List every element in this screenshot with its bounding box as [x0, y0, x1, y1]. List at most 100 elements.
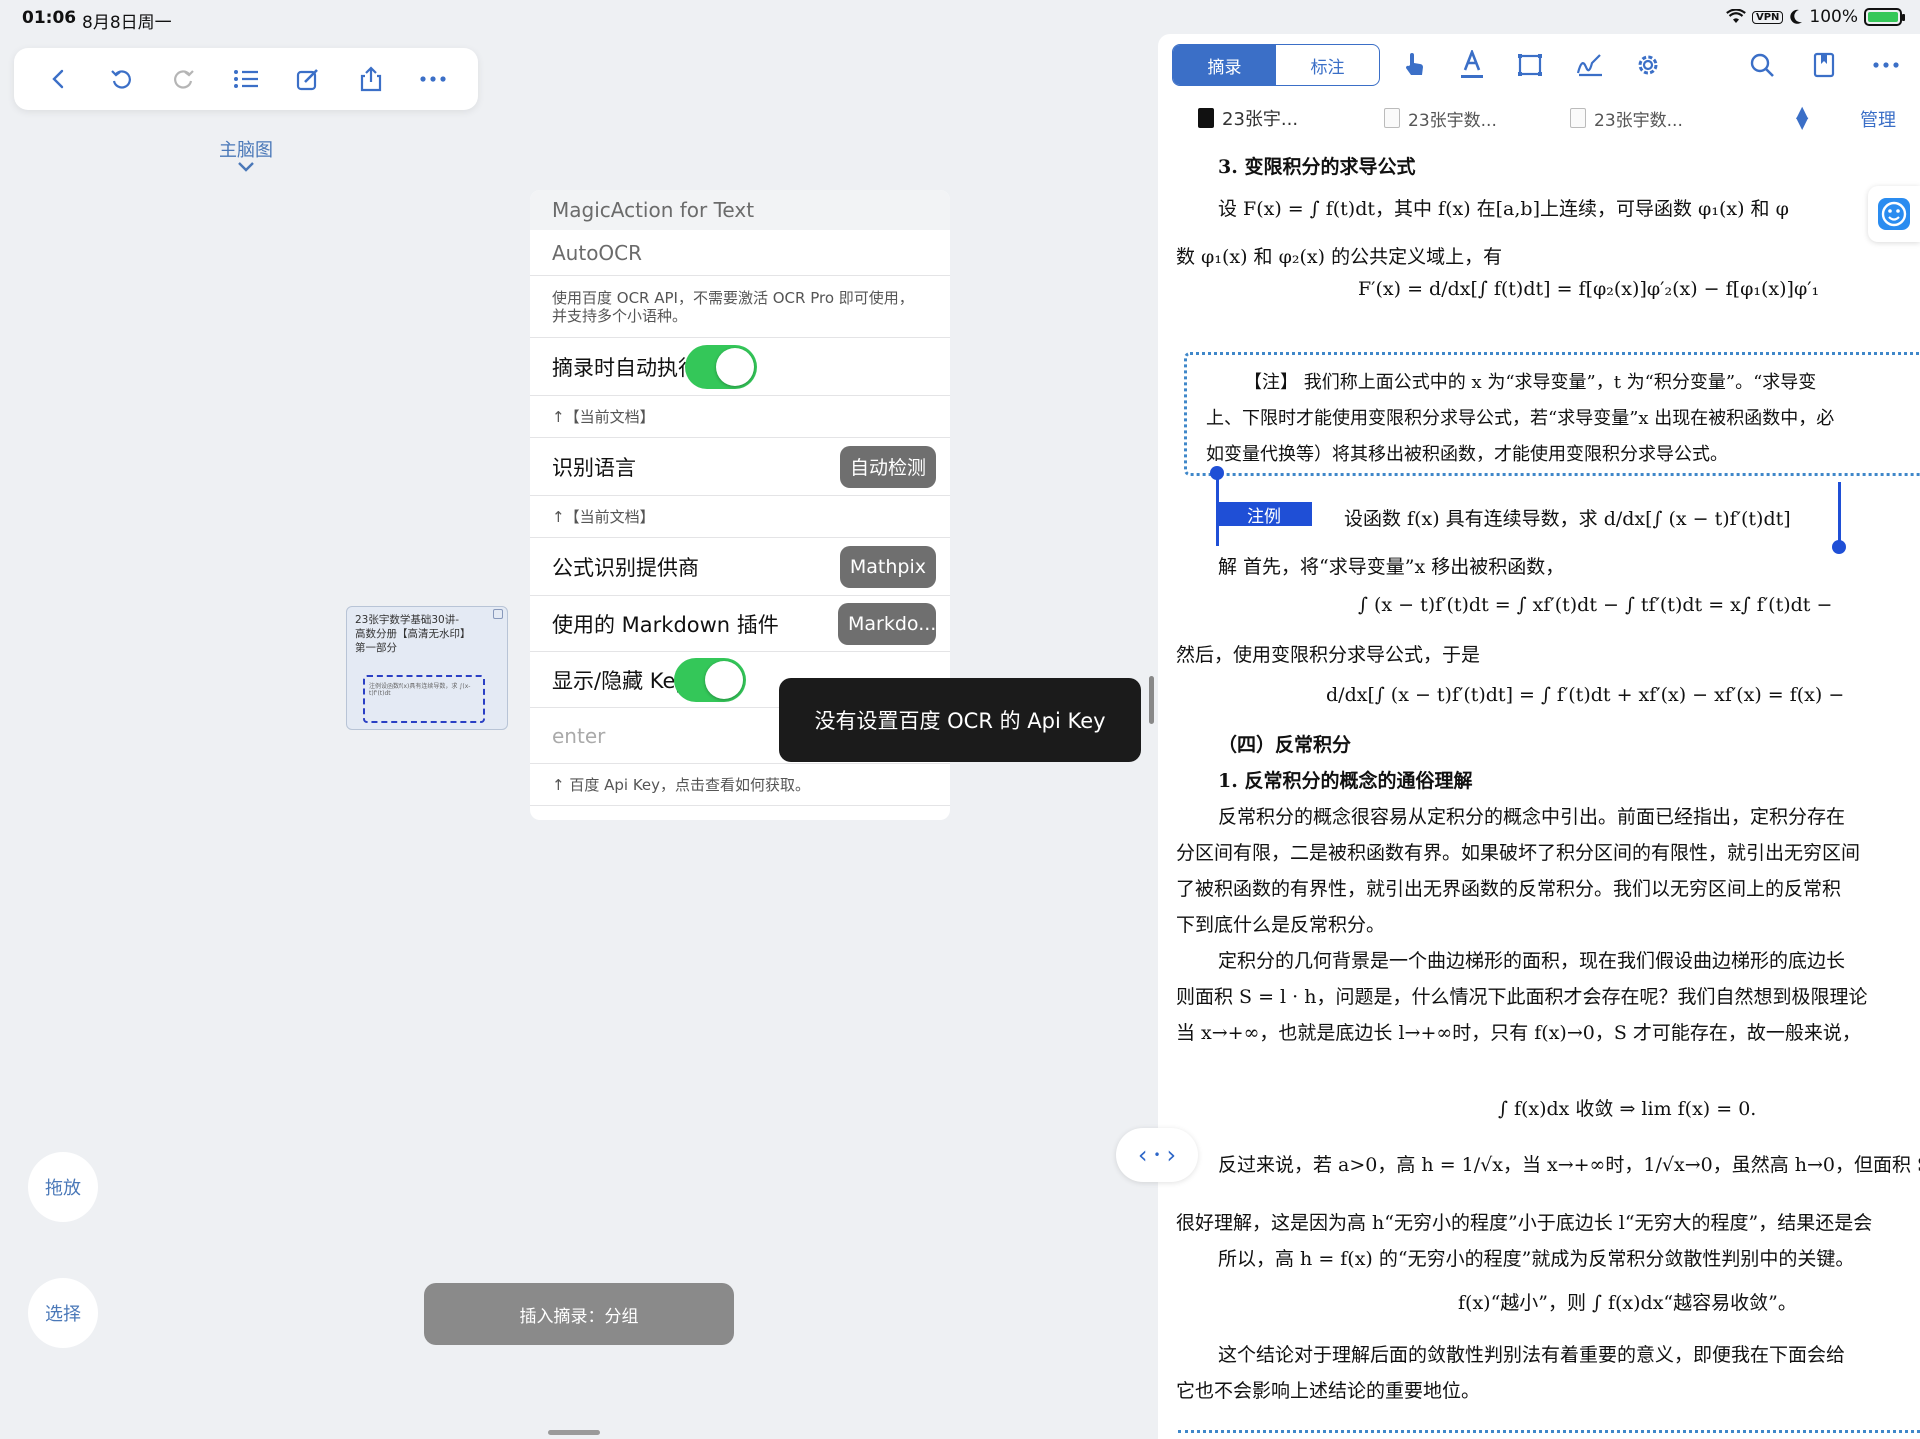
- mindmap-title[interactable]: 主脑图: [204, 136, 288, 162]
- doc-tab[interactable]: 23张宇数...: [1570, 98, 1683, 138]
- language-note-row: ↑【当前文档】: [530, 496, 950, 538]
- toast-message: 没有设置百度 OCR 的 Api Key: [779, 678, 1141, 762]
- section-description: 使用百度 OCR API，不需要激活 OCR Pro 即可使用，并支持多个小语种…: [552, 288, 914, 325]
- segment-annotate[interactable]: 标注: [1276, 45, 1379, 85]
- api-key-input[interactable]: enter: [552, 724, 605, 748]
- auto-run-row: 摘录时自动执行: [530, 338, 950, 396]
- api-key-note-row[interactable]: ↑ 百度 Api Key，点击查看如何获取。: [530, 764, 950, 806]
- doc-line: 很好理解，这是因为高 h“无穷小的程度”小于底边长 l“无穷大的程度”，结果还是…: [1176, 1212, 1873, 1234]
- auto-run-toggle[interactable]: [685, 344, 757, 389]
- chevron-down-icon[interactable]: [234, 160, 258, 174]
- chevron-left-icon[interactable]: ‹: [1138, 1141, 1148, 1169]
- insert-excerpt-bar[interactable]: 插入摘录：分组: [424, 1283, 734, 1345]
- dot-icon: •: [1153, 1148, 1161, 1162]
- doc-line: 解 首先，将“求导变量”x 移出被积函数，: [1218, 556, 1565, 578]
- doc-tab[interactable]: 23张宇数...: [1384, 98, 1497, 138]
- chevron-right-icon[interactable]: ›: [1167, 1141, 1177, 1169]
- markdown-plugin-label: 使用的 Markdown 插件: [552, 612, 779, 637]
- mindmap-node-thumbnail[interactable]: 23张宇数学基础30讲-高数分册【高清无水印】第一部分 注例设函数f(x)具有连…: [346, 606, 508, 730]
- document-icon: [1570, 108, 1586, 128]
- toggle-key-switch[interactable]: [673, 657, 746, 702]
- doc-line: 如变量代换等）将其移出被积函数，才能使用变限积分求导公式。: [1206, 444, 1728, 465]
- list-icon[interactable]: [226, 59, 266, 99]
- section-title-row: AutoOCR: [530, 230, 950, 276]
- node-excerpt: 注例设函数f(x)具有连续导数，求 ∫(x-t)f'(t)dt: [363, 675, 485, 723]
- doc-line: 所以，高 h = f(x) 的“无穷小的程度”就成为反常积分敛散性判别中的关键。: [1218, 1248, 1855, 1270]
- left-toolbar: [14, 48, 478, 110]
- page-nav-arrows[interactable]: ‹ • ›: [1116, 1128, 1198, 1182]
- doc-line: 数 φ₁(x) 和 φ₂(x) 的公共定义域上，有: [1176, 246, 1503, 268]
- undo-icon[interactable]: [101, 59, 141, 99]
- settings-gear-icon[interactable]: [1630, 47, 1666, 83]
- split-view-handle[interactable]: [1149, 676, 1154, 724]
- redo-icon[interactable]: [164, 59, 204, 99]
- description-row: 使用百度 OCR API，不需要激活 OCR Pro 即可使用，并支持多个小语种…: [530, 276, 950, 338]
- language-row: 识别语言 自动检测: [530, 438, 950, 496]
- toggle-key-label: 显示/隐藏 Key: [552, 668, 688, 693]
- node-title: 23张宇数学基础30讲-高数分册【高清无水印】第一部分: [355, 614, 466, 654]
- selection-start-handle[interactable]: [1210, 466, 1224, 480]
- doc-line: F′(x) = d/dx[∫ f(t)dt] = f[φ₂(x)]φ′₂(x) …: [1358, 278, 1820, 300]
- auto-run-note-row: ↑【当前文档】: [530, 396, 950, 438]
- doc-line: 定积分的几何背景是一个曲边梯形的面积，现在我们假设曲边梯形的底边长: [1218, 950, 1846, 972]
- doc-tab-label: 23张宇数...: [1594, 110, 1683, 131]
- document-pane: 摘录 标注 23张宇... 23张宇数... 23张宇数... ▲ ▼ 管理 3.…: [1158, 34, 1920, 1439]
- formula-provider-label: 公式识别提供商: [552, 555, 699, 580]
- note-border-bottom: [1178, 1430, 1920, 1438]
- doc-line: 它也不会影响上述结论的重要地位。: [1176, 1380, 1481, 1402]
- home-indicator[interactable]: [548, 1430, 600, 1435]
- auto-run-note: ↑【当前文档】: [552, 408, 655, 426]
- doc-line: 设 F(x) = ∫ f(t)dt，其中 f(x) 在[a,b]上连续，可导函数…: [1218, 198, 1789, 220]
- drag-button[interactable]: 拖放: [28, 1152, 98, 1222]
- moon-icon: [1790, 9, 1803, 24]
- doc-line: ∫ f(x)dx 收敛 ⇒ lim f(x) = 0.: [1498, 1098, 1757, 1120]
- doc-tab-active[interactable]: 23张宇...: [1198, 98, 1298, 138]
- doc-line: 上、下限时才能使用变限积分求导公式，若“求导变量”x 出现在被积函数中，必: [1206, 408, 1835, 429]
- doc-line: 1. 反常积分的概念的通俗理解: [1218, 770, 1473, 792]
- document-page[interactable]: 3. 变限积分的求导公式 设 F(x) = ∫ f(t)dt，其中 f(x) 在…: [1158, 138, 1920, 1439]
- formula-provider-button[interactable]: Mathpix: [839, 545, 936, 588]
- edit-icon[interactable]: [288, 59, 328, 99]
- document-icon: [1384, 108, 1400, 128]
- doc-line: 当 x→+∞，也就是底边长 l→+∞时，只有 f(x)→0，S 才可能存在，故一…: [1176, 1022, 1861, 1044]
- markdown-plugin-button[interactable]: Markdo...: [838, 602, 936, 645]
- formula-provider-row: 公式识别提供商 Mathpix: [530, 538, 950, 596]
- selection-start-bar: [1216, 472, 1219, 546]
- language-button[interactable]: 自动检测: [839, 445, 936, 488]
- manage-tabs-button[interactable]: 管理: [1860, 106, 1896, 132]
- battery-level: [1868, 12, 1898, 22]
- vpn-badge: VPN: [1751, 10, 1784, 24]
- node-excerpt-text: 注例设函数f(x)具有连续导数，求 ∫(x-t)f'(t)dt: [369, 683, 471, 697]
- section-title: AutoOCR: [552, 240, 643, 265]
- mode-segmented-control: 摘录 标注: [1172, 44, 1380, 86]
- document-icon: [1198, 108, 1214, 128]
- assistant-float-button[interactable]: [1868, 186, 1920, 242]
- selection-end-handle[interactable]: [1832, 540, 1846, 554]
- bookmark-icon[interactable]: [1806, 47, 1842, 83]
- doc-line: 反常积分的概念很容易从定积分的概念中引出。前面已经指出，定积分存在: [1218, 806, 1846, 828]
- status-time: 01:06: [22, 8, 77, 28]
- segment-excerpt[interactable]: 摘录: [1173, 45, 1276, 85]
- back-icon[interactable]: [39, 59, 79, 99]
- more-icon[interactable]: [1868, 47, 1904, 83]
- doc-line: 分区间有限，二是被积函数有界。如果破坏了积分区间的有限性，就引出无穷区间: [1176, 842, 1861, 864]
- document-toolbar: 摘录 标注: [1158, 34, 1920, 96]
- selection-end-bar: [1838, 482, 1841, 546]
- share-icon[interactable]: [351, 59, 391, 99]
- text-highlight-icon[interactable]: [1454, 47, 1490, 83]
- sort-icon[interactable]: ▲ ▼: [1796, 104, 1808, 131]
- doc-line: d/dx[∫ (x − t)f′(t)dt] = ∫ f′(t)dt + xf′…: [1326, 684, 1845, 706]
- status-date: 8月8日周一: [82, 13, 172, 33]
- doc-line: 【注】 我们称上面公式中的 x 为“求导变量”，t 为“积分变量”。“求导变: [1244, 372, 1817, 393]
- search-icon[interactable]: [1744, 47, 1780, 83]
- doc-line: f(x)“越小”，则 ∫ f(x)dx“越容易收敛”。: [1458, 1292, 1797, 1314]
- more-icon[interactable]: [413, 59, 453, 99]
- markdown-plugin-row: 使用的 Markdown 插件 Markdo...: [530, 596, 950, 652]
- rectangle-select-icon[interactable]: [1512, 47, 1548, 83]
- select-button[interactable]: 选择: [28, 1278, 98, 1348]
- doc-line: ∫ (x − t)f′(t)dt = ∫ xf′(t)dt − ∫ tf′(t)…: [1358, 594, 1833, 616]
- wifi-icon: [1726, 9, 1746, 23]
- hand-icon[interactable]: [1396, 47, 1432, 83]
- api-key-note[interactable]: ↑ 百度 Api Key，点击查看如何获取。: [552, 774, 810, 795]
- signature-icon[interactable]: [1572, 47, 1608, 83]
